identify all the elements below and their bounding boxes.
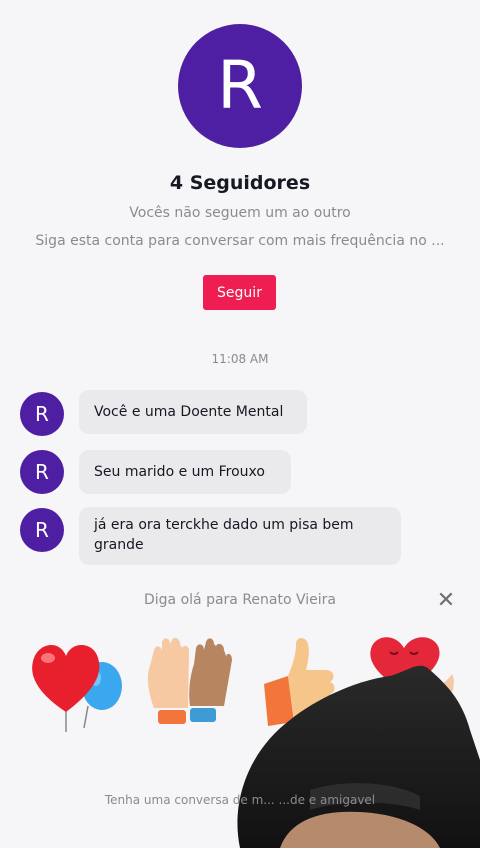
message-bubble[interactable]: Seu marido e um Frouxo: [79, 450, 291, 494]
message-bubble[interactable]: Você e uma Doente Mental: [79, 390, 307, 434]
sender-avatar[interactable]: R: [20, 450, 64, 494]
conversation-tagline: Tenha uma conversa de m... ...de e amiga…: [104, 793, 376, 807]
close-icon[interactable]: ✕: [434, 590, 458, 614]
avatar[interactable]: R: [178, 24, 302, 148]
mutual-status-text: Vocês não seguem um ao outro: [129, 205, 351, 221]
greeting-bar: Diga olá para Renato Vieira ✕: [0, 590, 480, 614]
message-timestamp: 11:08 AM: [211, 352, 269, 366]
follow-button[interactable]: Seguir: [203, 275, 276, 310]
sender-avatar[interactable]: R: [20, 392, 64, 436]
overlay-photo: [237, 665, 480, 848]
follow-hint-text: Siga esta conta para conversar com mais …: [35, 233, 445, 249]
followers-count: 4 Seguidores: [169, 172, 311, 194]
sender-avatar[interactable]: R: [20, 508, 64, 552]
message-bubble[interactable]: já era ora terckhe dado um pisa bem gran…: [79, 507, 401, 565]
heart-balloons-sticker[interactable]: [26, 634, 126, 734]
greeting-text: Diga olá para Renato Vieira: [144, 592, 336, 608]
